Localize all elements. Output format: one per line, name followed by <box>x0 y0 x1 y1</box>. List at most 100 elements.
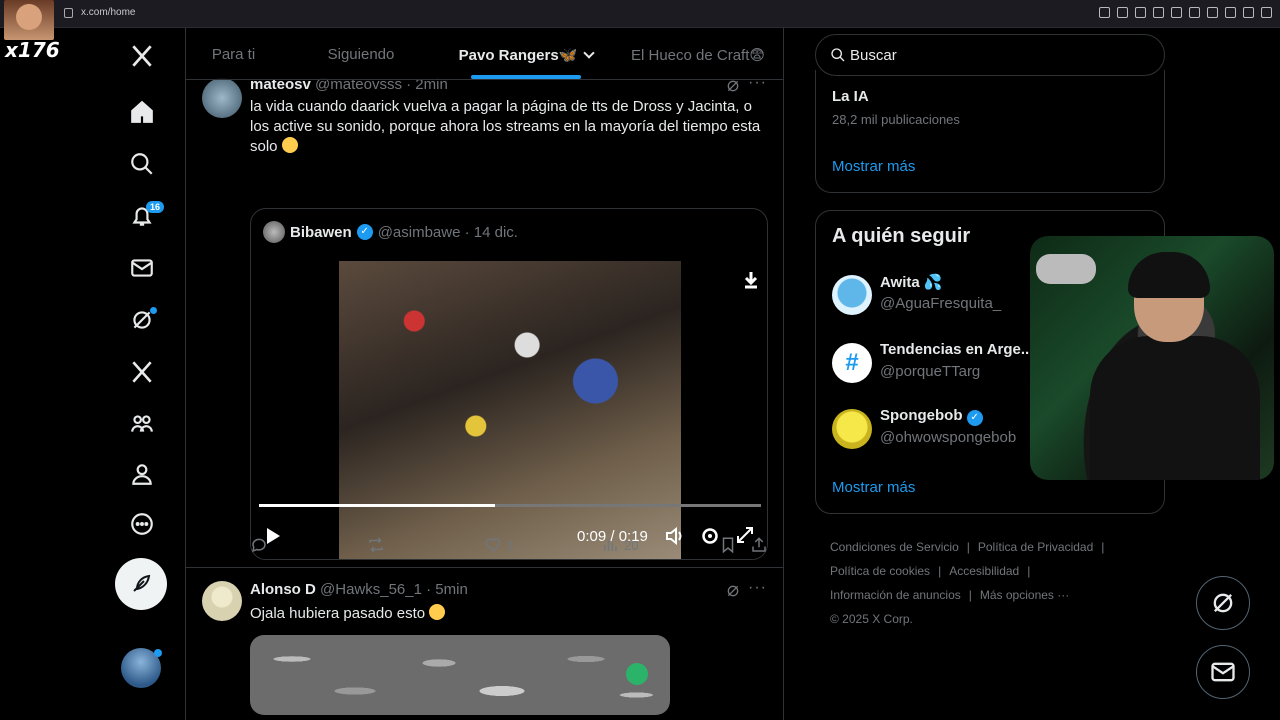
messages-floating-button[interactable] <box>1196 645 1250 699</box>
accessibility-link[interactable]: Accesibilidad <box>949 564 1019 578</box>
timeline-tabs: Para ti Siguiendo Pavo Rangers🦋 El Hueco… <box>186 28 783 80</box>
tweet[interactable]: Alonso D @Hawks_56_1 · 5min ··· Ojala hu… <box>186 569 783 720</box>
account-avatar[interactable] <box>121 648 162 688</box>
tab-pavo-rangers[interactable]: Pavo Rangers🦋 <box>441 28 611 79</box>
account-name[interactable]: Awita 💦 <box>880 273 943 291</box>
quoted-avatar[interactable] <box>263 221 285 243</box>
heart-icon <box>485 538 501 553</box>
grok-icon[interactable] <box>124 302 160 338</box>
tweet-avatar[interactable] <box>202 78 242 118</box>
grok-explain-icon[interactable] <box>725 583 741 599</box>
emoji-icon <box>429 604 446 620</box>
left-navigation: 16 <box>112 28 172 720</box>
tweet-text: Ojala hubiera pasado esto <box>250 604 770 624</box>
play-icon[interactable] <box>1171 7 1182 18</box>
account-avatar[interactable] <box>832 409 872 449</box>
tweet-author-handle[interactable]: @Hawks_56_1 · 5min <box>320 581 468 598</box>
like-button[interactable]: 1 <box>484 536 514 554</box>
views-button[interactable]: 20 <box>601 536 638 554</box>
trends-show-more-link[interactable]: Mostrar más <box>832 158 915 175</box>
quoted-tweet[interactable]: Bibawen ✓ @asimbawe · 14 dic. 0:09 / 0:1… <box>250 208 768 560</box>
download-icon[interactable] <box>626 663 648 685</box>
account-avatar[interactable] <box>832 275 872 315</box>
share-icon <box>752 537 766 552</box>
tab-para-ti[interactable]: Para ti <box>186 28 281 79</box>
x-logo-icon[interactable] <box>124 38 160 74</box>
account-name[interactable]: Tendencias en Arge... <box>880 341 1033 358</box>
trend-name[interactable]: La IA <box>832 88 869 105</box>
video-frame <box>339 261 681 559</box>
share-button[interactable] <box>750 536 768 554</box>
search-icon[interactable] <box>124 146 160 182</box>
bookmark-icon[interactable] <box>1135 7 1146 18</box>
communities-icon[interactable] <box>124 406 160 442</box>
chevron-down-icon[interactable] <box>583 47 596 59</box>
tweet[interactable]: mateosv @mateovsss · 2min ··· la vida cu… <box>186 66 783 568</box>
search-icon <box>830 47 846 63</box>
hashtag-avatar-icon[interactable]: # <box>832 343 872 383</box>
shield-icon[interactable] <box>1153 7 1164 18</box>
extension-icon[interactable] <box>1117 7 1128 18</box>
compose-post-button[interactable] <box>115 558 167 610</box>
bookmark-icon <box>722 537 734 554</box>
video-player[interactable]: 0:09 / 0:19 <box>251 261 767 559</box>
messages-icon[interactable] <box>124 250 160 286</box>
puzzle-icon[interactable] <box>1207 7 1218 18</box>
grok-icon <box>1213 593 1233 613</box>
more-options-link[interactable]: Más opciones ··· <box>980 588 1069 602</box>
ads-info-link[interactable]: Información de anuncios <box>830 588 961 602</box>
reply-button[interactable] <box>250 536 273 554</box>
repost-button[interactable] <box>367 536 390 554</box>
account-handle: @ohwowspongebob <box>880 429 1017 446</box>
trends-panel: La IA 28,2 mil publicaciones Mostrar más <box>815 70 1165 193</box>
grok-explain-icon[interactable] <box>725 78 741 94</box>
quoted-tweet-header: Bibawen ✓ @asimbawe · 14 dic. <box>263 221 518 243</box>
terms-link[interactable]: Condiciones de Servicio <box>830 540 959 554</box>
browser-extensions <box>1099 7 1272 18</box>
tab-siguiendo[interactable]: Siguiendo <box>281 28 441 79</box>
stream-tag: x176 <box>5 38 60 62</box>
zoom-icon[interactable] <box>1099 7 1110 18</box>
copyright: © 2025 X Corp. <box>830 612 913 626</box>
tab-el-hueco-de-craft[interactable]: El Hueco de Craft😨 <box>611 28 783 79</box>
footer-links: Condiciones de Servicio | Política de Priv… <box>830 540 1105 626</box>
verified-badge-icon: ✓ <box>356 224 373 240</box>
home-icon[interactable] <box>124 94 160 130</box>
follow-show-more-link[interactable]: Mostrar más <box>832 479 915 496</box>
cookies-link[interactable]: Política de cookies <box>830 564 930 578</box>
tweet-avatar[interactable] <box>202 581 242 621</box>
quoted-author-handle[interactable]: @asimbawe · 14 dic. <box>378 224 518 241</box>
lock-icon <box>64 7 73 18</box>
grok-floating-button[interactable] <box>1196 576 1250 630</box>
reply-icon <box>251 538 266 553</box>
grok-dot-badge <box>150 307 157 314</box>
emoji-icon <box>281 137 298 153</box>
streamer-webcam <box>1030 236 1274 480</box>
analytics-icon <box>604 539 617 551</box>
address-bar[interactable]: x.com/home <box>64 7 135 18</box>
download-arrow-icon[interactable] <box>743 271 759 289</box>
tweet-actions: 1 20 <box>250 536 770 556</box>
tweet-image[interactable] <box>250 635 670 715</box>
feather-icon <box>133 574 151 592</box>
account-name[interactable]: Spongebob ✓ <box>880 407 983 426</box>
bookmark-button[interactable] <box>719 536 737 554</box>
privacy-link[interactable]: Política de Privacidad <box>978 540 1093 554</box>
notifications-icon[interactable]: 16 <box>124 198 165 234</box>
notification-count-badge: 16 <box>146 201 165 213</box>
url-text: x.com/home <box>81 7 136 18</box>
more-icon[interactable]: ··· <box>748 579 767 597</box>
quoted-author-name[interactable]: Bibawen <box>290 224 352 241</box>
active-tab-indicator <box>471 75 581 79</box>
menu-icon[interactable] <box>1261 7 1272 18</box>
download-icon[interactable] <box>1243 7 1254 18</box>
share-icon[interactable] <box>1225 7 1236 18</box>
tweet-author-name[interactable]: Alonso D <box>250 581 316 598</box>
video-progress-bar[interactable] <box>259 504 761 507</box>
search-placeholder: Buscar <box>850 47 897 64</box>
heart-icon[interactable] <box>1189 7 1200 18</box>
premium-x-icon[interactable] <box>124 354 160 390</box>
profile-icon[interactable] <box>124 456 160 492</box>
who-to-follow-title: A quién seguir <box>832 225 971 247</box>
more-options-icon[interactable] <box>124 506 160 542</box>
